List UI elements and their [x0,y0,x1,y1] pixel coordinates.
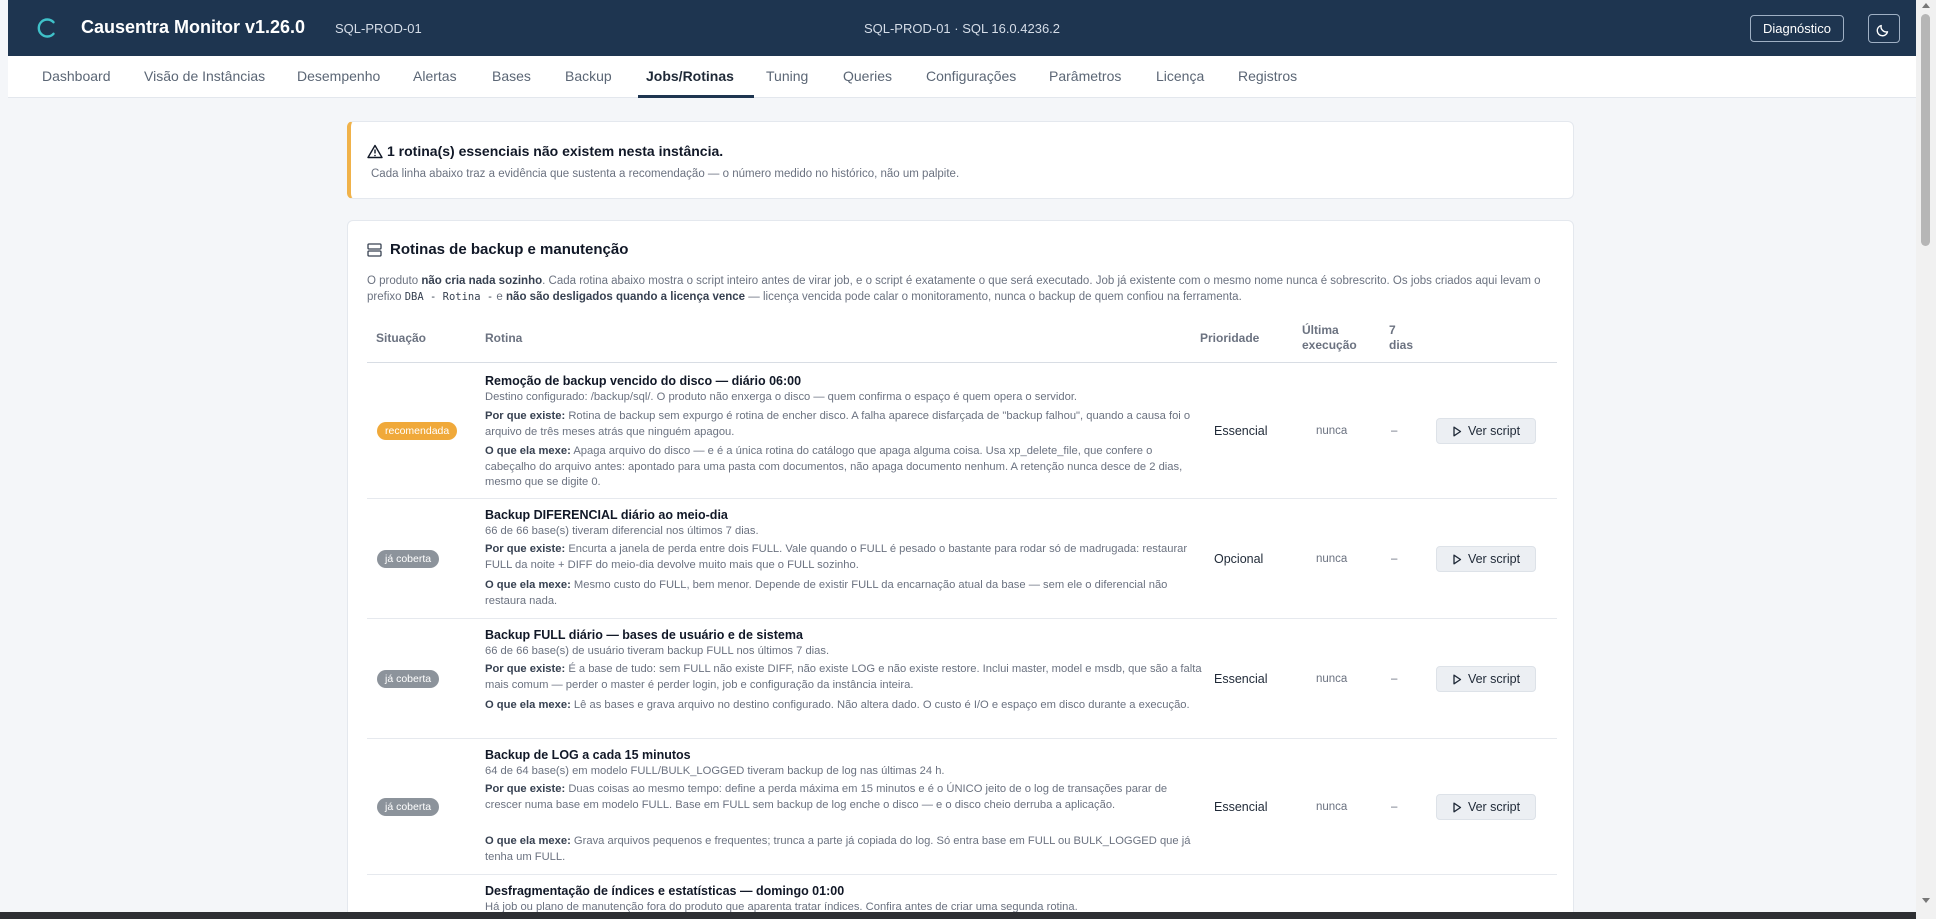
tab-dashboard[interactable]: Dashboard [42,68,111,84]
last-run-value: nunca [1316,425,1348,437]
taskbar-edge [0,912,1916,919]
col-status: Situação [376,331,427,345]
seven-days-value: – [1391,801,1398,813]
last-run-value: nunca [1316,801,1348,813]
routine-what: O que ela mexe: Grava arquivos pequenos … [485,835,1191,863]
seven-days-value: – [1391,553,1398,565]
last-run-value: nunca [1316,553,1348,565]
view-script-button[interactable]: Ver script [1436,666,1536,692]
priority-value: Essencial [1214,672,1268,686]
section-intro: O produto não cria nada sozinho. Cada ro… [367,275,1541,303]
play-icon [1453,802,1462,812]
seven-days-value: – [1391,673,1398,685]
play-icon [1453,426,1462,436]
instance-name[interactable]: SQL-PROD-01 [335,21,422,36]
server-icon [367,242,382,257]
routine-evidence: 66 de 66 base(s) de usuário tiveram back… [485,645,830,657]
status-badge: recomendada [377,422,458,440]
app-title: Causentra Monitor v1.26.0 [81,17,306,37]
view-script-button[interactable]: Ver script [1436,546,1536,572]
logo-icon [37,18,55,38]
scroll-up-arrow-icon[interactable] [1922,3,1930,8]
status-badge: já coberta [377,670,440,688]
routine-evidence: Destino configurado: /backup/sql/. O pro… [485,391,1078,403]
priority-value: Opcional [1214,552,1264,566]
last-run-value: nunca [1316,673,1348,685]
routine-what: O que ela mexe: Lê as bases e grava arqu… [485,699,1190,711]
routine-title: Remoção de backup vencido do disco — diá… [485,374,802,388]
tab-performance[interactable]: Desempenho [297,68,380,84]
col-routine: Rotina [485,331,523,345]
tab-alerts[interactable]: Alertas [413,68,457,84]
tab-license[interactable]: Licença [1156,68,1204,84]
routine-what: O que ela mexe: Apaga arquivo do disco —… [485,445,1183,488]
routine-why: Por que existe: Encurta a janela de perd… [485,543,1188,571]
active-tab-indicator [638,95,754,98]
view-script-button[interactable]: Ver script [1436,418,1536,444]
routine-why: Por que existe: Rotina de backup sem exp… [485,410,1191,438]
col-seven-days: 7 dias [1389,323,1414,352]
top-bar: Causentra Monitor v1.26.0 SQL-PROD-01 SQ… [8,0,1916,56]
seven-days-value: – [1391,425,1398,437]
scrollbar-thumb[interactable] [1921,14,1930,246]
tab-settings[interactable]: Configurações [926,68,1016,84]
routines-card: Rotinas de backup e manutenção O produto… [347,220,1574,919]
routine-what: O que ela mexe: Mesmo custo do FULL, bem… [485,579,1168,607]
play-icon [1453,674,1462,684]
view-script-button[interactable]: Ver script [1436,794,1536,820]
tab-queries[interactable]: Queries [843,68,892,84]
routine-title: Desfragmentação de índices e estatística… [485,884,845,898]
col-last-run: Última execução [1302,323,1357,352]
tab-jobs[interactable]: Jobs/Rotinas [646,68,734,84]
status-badge: já coberta [377,550,440,568]
table-row: recomendada Remoção de backup vencido do… [367,363,1557,499]
routine-title: Backup DIFERENCIAL diário ao meio-dia [485,508,728,522]
tab-instances[interactable]: Visão de Instâncias [144,68,265,84]
play-icon [1453,554,1462,564]
tab-logs[interactable]: Registros [1238,68,1297,84]
priority-value: Essencial [1214,800,1268,814]
alert-title: 1 rotina(s) essenciais não existem nesta… [387,143,724,159]
main-nav: Dashboard Visão de Instâncias Desempenho… [8,56,1916,98]
warning-icon [367,144,383,158]
diagnostic-button[interactable]: Diagnóstico [1750,15,1844,42]
table-row: já coberta Backup de LOG a cada 15 minut… [367,739,1557,875]
table-row: já coberta Backup FULL diário — bases de… [367,619,1557,739]
moon-icon [1876,24,1889,36]
routine-title: Backup de LOG a cada 15 minutos [485,748,691,762]
priority-value: Essencial [1214,424,1268,438]
col-priority: Prioridade [1200,331,1260,345]
theme-toggle-button[interactable] [1868,14,1900,43]
section-title: Rotinas de backup e manutenção [390,241,629,258]
table-row: já coberta Backup DIFERENCIAL diário ao … [367,499,1557,619]
routine-evidence: 64 de 64 base(s) em modelo FULL/BULK_LOG… [485,765,945,777]
routine-evidence: 66 de 66 base(s) tiveram diferencial nos… [485,525,759,537]
routine-why: Por que existe: Duas coisas ao mesmo tem… [485,783,1168,811]
routine-why: Por que existe: É a base de tudo: sem FU… [485,663,1202,691]
scroll-down-arrow-icon[interactable] [1922,898,1930,903]
status-badge: já coberta [377,798,440,816]
alert-subtitle: Cada linha abaixo traz a evidência que s… [371,168,960,180]
routine-title: Backup FULL diário — bases de usuário e … [485,628,803,642]
missing-routines-alert: 1 rotina(s) essenciais não existem nesta… [347,121,1574,199]
tab-tuning[interactable]: Tuning [766,68,808,84]
tab-databases[interactable]: Bases [492,68,531,84]
tab-backup[interactable]: Backup [565,68,612,84]
tab-parameters[interactable]: Parâmetros [1049,68,1121,84]
